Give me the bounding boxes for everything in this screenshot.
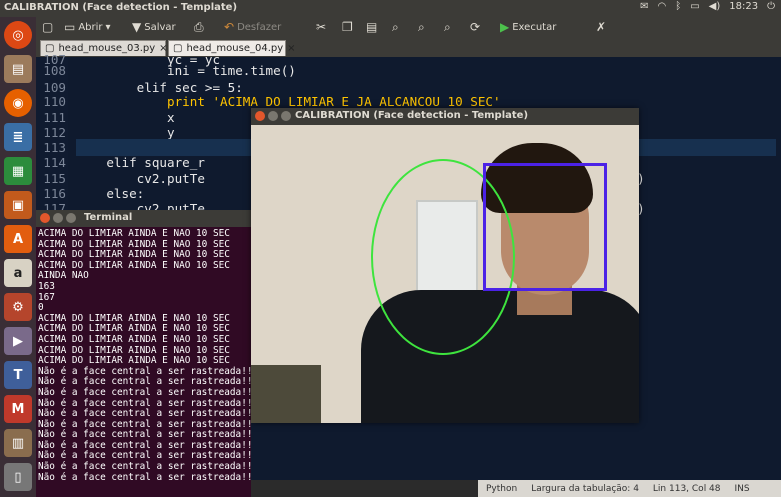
tools-icon: ✗ [596,20,607,34]
undo-label: Desfazer [237,21,282,33]
insert-mode: INS [734,483,750,494]
undo-button[interactable]: ↶ Desfazer [224,20,281,34]
bluetooth-icon[interactable]: ᛒ [675,1,681,12]
print-button[interactable]: ⎙ [194,20,204,35]
save-icon: ▼ [132,20,142,34]
run-label: Executar [512,21,557,33]
battery-icon[interactable]: ▭ [690,1,699,12]
copy-icon: ❐ [342,20,353,34]
status-bar: Python Largura da tabulação: 4 Lin 113, … [478,480,781,497]
mail-icon[interactable]: ✉ [640,1,648,12]
calibration-titlebar[interactable]: CALIBRATION (Face detection - Template) [251,108,639,125]
text-editor-icon[interactable]: T [4,361,32,389]
refresh-icon: ⟳ [470,20,481,34]
terminal-titlebar[interactable]: Terminal [36,210,251,227]
search-icon: ⌕ [392,20,399,34]
writer-icon[interactable]: ≣ [4,123,32,151]
power-icon[interactable]: ⏻ [767,1,775,12]
find-button[interactable]: ⌕ [392,20,399,35]
minimize-icon[interactable] [53,213,63,223]
open-button[interactable]: ▭ Abrir ▾ [64,20,111,34]
trash-icon[interactable]: ▯ [4,463,32,491]
settings-icon[interactable]: ⚙ [4,293,32,321]
stack-icon[interactable]: ▥ [4,429,32,457]
replace-all-icon: ⌕ [444,20,451,34]
terminal-title: Terminal [84,212,133,223]
webcam-feed [251,125,639,423]
reload-button[interactable]: ⟳ [470,20,480,34]
maximize-icon[interactable] [281,111,291,121]
launcher: ◎ ▤ ◉ ≣ ▦ ▣ A a ⚙ ▶ T M ▥ ▯ [0,17,36,497]
wifi-icon[interactable]: ◠ [657,1,666,12]
calibration-title: CALIBRATION (Face detection - Template) [295,110,529,121]
terminal-window[interactable]: Terminal ACIMA DO LIMIAR AINDA E NAO 10 … [36,210,252,497]
mail-app-icon[interactable]: M [4,395,32,423]
new-button[interactable]: ▢ [42,20,53,34]
print-icon: ⎙ [194,20,204,34]
window-title: CALIBRATION (Face detection - Template) [4,2,238,13]
dash-icon[interactable]: ◎ [4,21,32,49]
software-center-icon[interactable]: A [4,225,32,253]
tools-button[interactable]: ✗ [596,20,606,34]
close-icon[interactable] [40,213,50,223]
open-label: Abrir [78,21,103,33]
play-icon: ▶ [500,20,510,34]
run-button[interactable]: ▶ Executar [500,20,556,34]
language-selector[interactable]: Python [486,484,517,494]
tab-width-selector[interactable]: Largura da tabulação: 4 [531,484,639,494]
amazon-icon[interactable]: a [4,259,32,287]
youtube-icon[interactable]: ▶ [4,327,32,355]
replace-icon: ⌕ [418,20,425,34]
top-panel: CALIBRATION (Face detection - Template) … [0,0,781,17]
undo-icon: ↶ [224,20,235,34]
replace-button[interactable]: ⌕ [418,20,425,35]
new-file-icon: ▢ [42,20,54,34]
calc-icon[interactable]: ▦ [4,157,32,185]
editor-toolbar: ▢ ▭ Abrir ▾ ▼ Salvar ⎙ ↶ Desfazer ✂ ❐ ▤ … [36,17,781,39]
open-folder-icon: ▭ [64,20,76,34]
code-line[interactable]: 108 ini = time.time() [43,62,776,79]
firefox-icon[interactable]: ◉ [4,89,32,117]
maximize-icon[interactable] [66,213,76,223]
close-icon[interactable] [255,111,265,121]
terminal-line: Não é a face central a ser rastreada!! [38,471,253,483]
cut-icon: ✂ [316,20,327,34]
chevron-down-icon[interactable]: ▾ [106,22,111,33]
cursor-position: Lin 113, Col 48 [652,483,721,494]
paste-button[interactable]: ▤ [366,20,377,34]
files-icon[interactable]: ▤ [4,55,32,83]
volume-icon[interactable]: ◀) [709,1,721,12]
save-button[interactable]: ▼ Salvar [132,20,176,34]
system-tray: ✉ ◠ ᛒ ▭ ◀) 18:23 ⏻ [640,1,775,12]
save-label: Salvar [144,21,176,33]
calibration-window[interactable]: CALIBRATION (Face detection - Template) [251,108,639,423]
impress-icon[interactable]: ▣ [4,191,32,219]
minimize-icon[interactable] [268,111,278,121]
replace-all-button[interactable]: ⌕ [444,20,451,35]
cut-button[interactable]: ✂ [316,20,326,34]
copy-button[interactable]: ❐ [342,20,353,34]
paste-icon: ▤ [366,20,378,34]
background-chair [251,365,321,423]
face-detection-box [483,163,607,291]
clock[interactable]: 18:23 [729,1,758,12]
